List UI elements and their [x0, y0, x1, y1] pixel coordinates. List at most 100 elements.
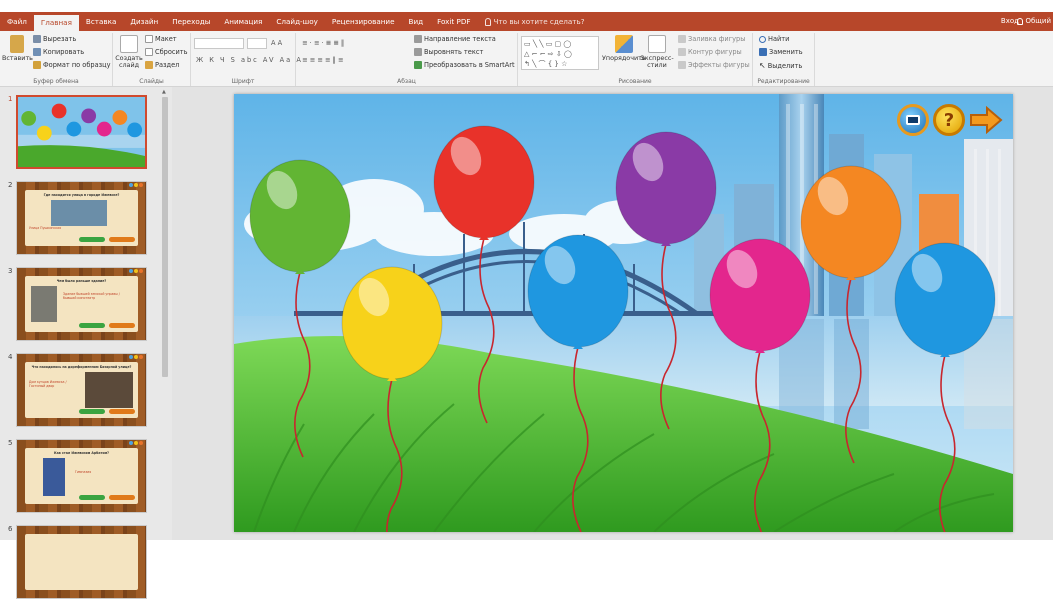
scroll-up-arrow-icon[interactable]: ▲ — [162, 89, 166, 95]
scrollbar-thumb[interactable] — [162, 97, 168, 377]
reset-button[interactable]: Сбросить — [145, 48, 188, 56]
next-arrow-icon[interactable] — [969, 104, 1003, 136]
thumb-controls — [129, 269, 143, 273]
quick-styles-icon — [648, 35, 666, 53]
align-buttons[interactable]: ≡ ≡ ≡ ≡ ‖ ≡ — [302, 56, 343, 64]
group-font: A A Ж К Ч S abc AV Aa A Шрифт — [191, 33, 301, 86]
thumb-button — [109, 495, 135, 500]
tab-design[interactable]: Дизайн — [123, 12, 165, 31]
ribbon: Вставить Вырезать Копировать Формат по о… — [0, 31, 1053, 87]
replace-icon — [759, 48, 767, 56]
thumb-photo — [43, 458, 65, 496]
tab-animations[interactable]: Анимация — [217, 12, 269, 31]
arrange-button[interactable]: Упорядочить — [602, 35, 646, 62]
tab-slideshow[interactable]: Слайд-шоу — [269, 12, 324, 31]
slide-number: 6 — [8, 525, 13, 533]
shapes-gallery[interactable]: ▭ ╲ ╲ ▭ ▢ ◯ △ ⌐ ⌐ ⇨ ⇩ ◯ ↰ ╲ ⌒ { } ☆ — [521, 36, 599, 70]
layout-button[interactable]: Макет — [145, 35, 177, 43]
effects-icon — [678, 61, 686, 69]
layout-icon — [145, 35, 153, 43]
font-format-buttons[interactable]: Ж К Ч S abc AV Aa A — [196, 56, 303, 64]
group-clipboard: Вставить Вырезать Копировать Формат по о… — [0, 33, 113, 86]
reset-icon — [145, 48, 153, 56]
arrange-icon — [614, 35, 633, 53]
thumb-text: Здание бывшей земской управы / бывший ки… — [63, 292, 120, 300]
tab-file[interactable]: Файл — [0, 12, 34, 31]
thumb-paper: Чем было раньше здание? Здание бывшей зе… — [25, 276, 138, 332]
tab-insert[interactable]: Вставка — [79, 12, 123, 31]
find-button[interactable]: Найти — [759, 35, 789, 43]
tell-me-search[interactable]: Что вы хотите сделать? — [478, 12, 592, 31]
list-buttons[interactable]: ≡ · ≡ · ≣ ≣ ‖ — [302, 39, 344, 47]
tab-transitions[interactable]: Переходы — [165, 12, 217, 31]
slide-thumbnail-panel: 1 2 Где находится улица в городе Ижевске… — [0, 87, 172, 599]
thumb-button — [109, 323, 135, 328]
font-name-field[interactable] — [194, 38, 244, 49]
section-button[interactable]: Раздел — [145, 61, 179, 69]
paste-button[interactable]: Вставить — [2, 35, 33, 62]
new-slide-button[interactable]: Создать слайд — [115, 35, 143, 69]
screen-icon[interactable] — [897, 104, 929, 136]
thumb-photo — [85, 372, 133, 408]
thumb-title: Чем было раньше здание? — [56, 279, 107, 283]
slide-thumb-5[interactable]: Как стал Ижевским Арбатом? Гимназия — [16, 439, 147, 513]
group-editing: Найти Заменить ↖ Выделить Редактирование — [753, 33, 815, 86]
format-painter-button[interactable]: Формат по образцу — [33, 61, 111, 69]
thumb-controls — [129, 183, 143, 187]
thumb-button — [79, 323, 105, 328]
group-label: Рисование — [618, 78, 652, 85]
magnifier-icon — [759, 35, 766, 43]
group-label: Редактирование — [757, 78, 810, 85]
group-label: Абзац — [397, 78, 416, 85]
section-icon — [145, 61, 153, 69]
tab-foxit-pdf[interactable]: Foxit PDF — [430, 12, 477, 31]
tab-home[interactable]: Главная — [33, 15, 79, 31]
smartart-button[interactable]: Преобразовать в SmartArt — [414, 61, 515, 69]
group-slides: Создать слайд Макет Сбросить Раздел Слай… — [113, 33, 191, 86]
replace-button[interactable]: Заменить — [759, 48, 803, 56]
cursor-icon: ↖ — [759, 61, 766, 70]
slide-thumb-4[interactable]: Что находилось на дореформенном Базарной… — [16, 353, 147, 427]
shape-effects-button[interactable]: Эффекты фигуры — [678, 61, 750, 69]
thumb-photo — [51, 200, 107, 226]
help-icon[interactable]: ? — [933, 104, 965, 136]
group-label: Буфер обмена — [33, 78, 79, 85]
slide-thumb-preview — [18, 97, 145, 167]
tab-view[interactable]: Вид — [402, 12, 431, 31]
thumb-button — [109, 409, 135, 414]
slide-number: 1 — [8, 95, 13, 103]
thumb-button — [79, 495, 105, 500]
thumb-paper: Как стал Ижевским Арбатом? Гимназия — [25, 448, 138, 504]
thumb-paper: Что находилось на дореформенном Базарной… — [25, 362, 138, 418]
new-slide-icon — [120, 35, 138, 53]
copy-button[interactable]: Копировать — [33, 48, 84, 56]
group-label: Слайды — [139, 78, 164, 85]
tab-review[interactable]: Рецензирование — [325, 12, 402, 31]
shape-fill-button[interactable]: Заливка фигуры — [678, 35, 745, 43]
slide-thumb-1[interactable] — [16, 95, 147, 169]
slide-number: 2 — [8, 181, 13, 189]
sign-in-link[interactable]: Вход — [1001, 12, 1019, 31]
grow-font-button[interactable]: A A — [271, 39, 282, 47]
thumbnail-scrollbar[interactable]: ▲ — [160, 87, 170, 540]
text-direction-button[interactable]: Направление текста — [414, 35, 496, 43]
slide-thumb-6[interactable] — [16, 525, 147, 599]
font-size-field[interactable] — [247, 38, 267, 49]
slide-thumb-3[interactable]: Чем было раньше здание? Здание бывшей зе… — [16, 267, 147, 341]
cut-button[interactable]: Вырезать — [33, 35, 76, 43]
thumb-title: Как стал Ижевским Арбатом? — [54, 451, 109, 455]
slide-thumb-2[interactable]: Где находится улица в городе Ижевске? Ул… — [16, 181, 147, 255]
align-text-button[interactable]: Выровнять текст — [414, 48, 483, 56]
slide-number: 3 — [8, 267, 13, 275]
paint-bucket-icon — [678, 35, 686, 43]
slide-canvas[interactable]: ? — [234, 94, 1013, 532]
thumb-paper: Где находится улица в городе Ижевске? Ул… — [25, 190, 138, 246]
slide-scene — [234, 94, 1013, 532]
shape-outline-button[interactable]: Контур фигуры — [678, 48, 742, 56]
select-button[interactable]: ↖ Выделить — [759, 61, 802, 70]
share-button[interactable]: Общий — [1017, 12, 1051, 31]
thumb-controls — [129, 355, 143, 359]
thumb-text: Дом купцов Ижевска / Гостиный двор — [29, 380, 67, 388]
quick-styles-button[interactable]: Экспресс-стили — [640, 35, 674, 69]
align-text-icon — [414, 48, 422, 56]
